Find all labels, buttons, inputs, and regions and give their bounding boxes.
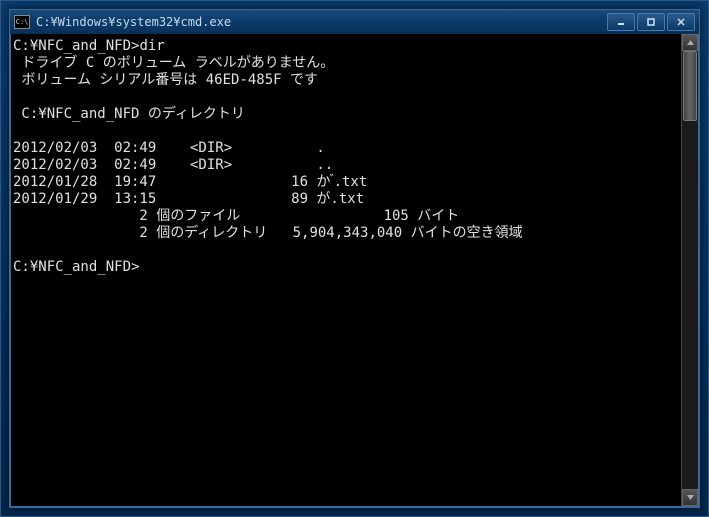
dir-entry: 2012/01/29 13:15 89 が.txt xyxy=(13,191,364,207)
minimize-button[interactable] xyxy=(607,13,635,31)
output-line: C:¥NFC_and_NFD のディレクトリ xyxy=(13,106,245,122)
maximize-button[interactable] xyxy=(637,13,665,31)
vertical-scrollbar[interactable] xyxy=(681,34,698,506)
output-line: ボリューム シリアル番号は 46ED-485F です xyxy=(13,72,318,88)
scroll-track[interactable] xyxy=(682,51,698,489)
window-frame: C:\ C:¥Windows¥system32¥cmd.exe C:¥NFC_a… xyxy=(0,0,709,517)
scroll-thumb[interactable] xyxy=(683,51,697,121)
window-controls xyxy=(607,13,695,31)
titlebar[interactable]: C:\ C:¥Windows¥system32¥cmd.exe xyxy=(10,10,699,34)
dir-entry: 2012/02/03 02:49 <DIR> . xyxy=(13,140,325,156)
prompt-line: C:¥NFC_and_NFD> xyxy=(13,259,139,275)
output-line: ドライブ C のボリューム ラベルがありません。 xyxy=(13,55,334,71)
console-output[interactable]: C:¥NFC_and_NFD>dir ドライブ C のボリューム ラベルがありま… xyxy=(11,34,681,506)
cmd-window: C:\ C:¥Windows¥system32¥cmd.exe C:¥NFC_a… xyxy=(9,9,700,508)
prompt-line: C:¥NFC_and_NFD>dir xyxy=(13,38,165,54)
summary-line: 2 個のファイル 105 バイト xyxy=(13,208,459,224)
close-button[interactable] xyxy=(667,13,695,31)
dir-entry: 2012/01/28 19:47 16 か ゙.txt xyxy=(13,174,367,190)
prompt: C:¥NFC_and_NFD> xyxy=(13,259,139,275)
dir-entry: 2012/02/03 02:49 <DIR> .. xyxy=(13,157,333,173)
window-title: C:¥Windows¥system32¥cmd.exe xyxy=(36,15,607,29)
scroll-down-button[interactable] xyxy=(682,489,698,506)
cmd-icon: C:\ xyxy=(14,15,30,29)
summary-line: 2 個のディレクトリ 5,904,343,040 バイトの空き領域 xyxy=(13,225,523,241)
scroll-up-button[interactable] xyxy=(682,34,698,51)
prompt: C:¥NFC_and_NFD> xyxy=(13,38,139,54)
console-area: C:¥NFC_and_NFD>dir ドライブ C のボリューム ラベルがありま… xyxy=(10,34,699,507)
command: dir xyxy=(139,38,164,54)
